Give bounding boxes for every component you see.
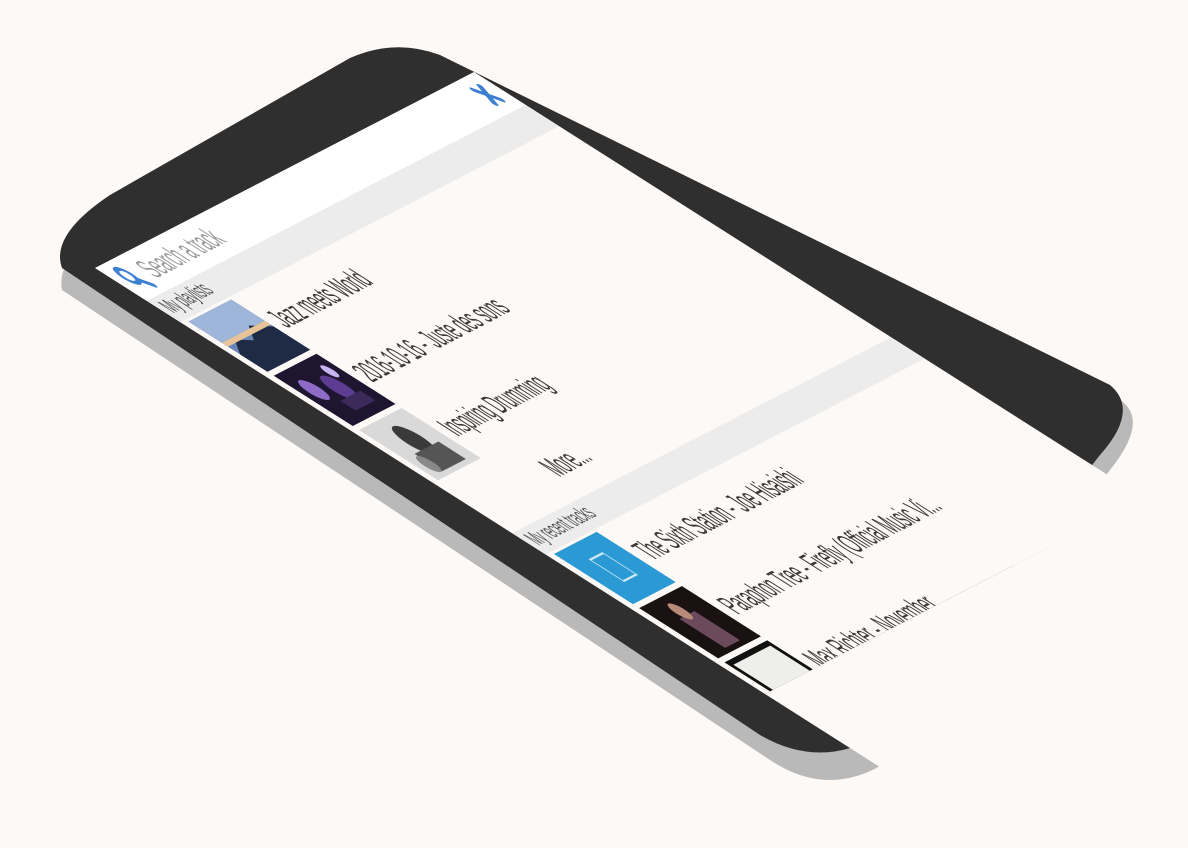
stage: My playlists Jazz meets World 2016-10-16…: [0, 0, 1188, 848]
playlist-label: Jazz meets World: [256, 263, 383, 334]
more-playlists-link[interactable]: More...: [529, 440, 603, 483]
